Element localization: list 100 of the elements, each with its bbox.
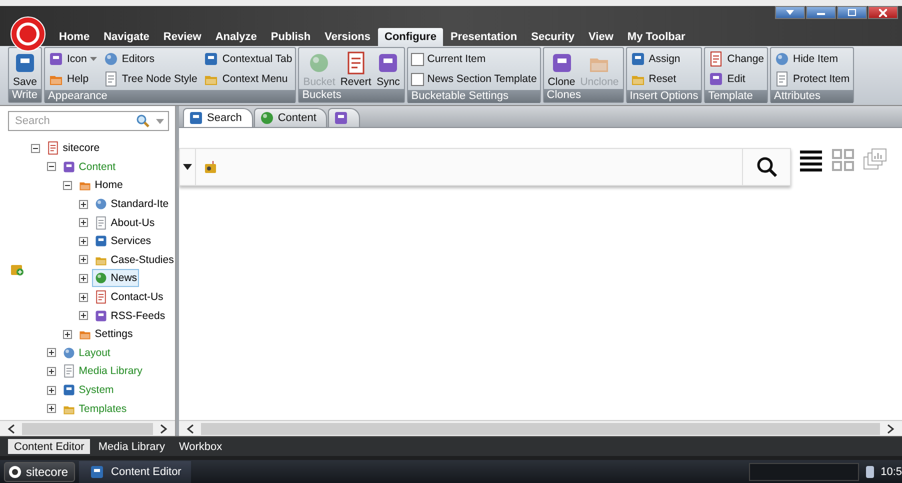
ribbon-button[interactable]: Assign: [630, 49, 680, 69]
document-icon: [102, 71, 119, 87]
tree-item[interactable]: Media Library: [60, 362, 144, 380]
ribbon-tab[interactable]: My Toolbar: [620, 28, 692, 46]
scrollbar[interactable]: [179, 420, 902, 436]
ribbon-tab[interactable]: Versions: [318, 28, 378, 46]
editor-tab[interactable]: [328, 108, 360, 127]
expand-icon[interactable]: [46, 366, 56, 376]
list-view-icon[interactable]: [799, 148, 823, 172]
ribbon-button[interactable]: Edit: [708, 69, 764, 89]
tree-item[interactable]: About-Us: [92, 214, 157, 232]
ribbon-tab[interactable]: Security: [524, 28, 582, 46]
close-button[interactable]: [868, 6, 898, 19]
expand-icon[interactable]: [78, 200, 88, 209]
filter-dropdown[interactable]: [180, 149, 196, 185]
editor-tab[interactable]: Search: [183, 108, 253, 127]
expand-icon[interactable]: [46, 348, 56, 358]
tree-item[interactable]: RSS-Feeds: [92, 306, 168, 325]
ribbon-button[interactable]: Context Menu: [203, 69, 292, 89]
caret-icon: [183, 164, 192, 170]
group-title: Bucketable Settings: [408, 90, 540, 103]
square-icon: [333, 110, 350, 126]
maximize-icon: [848, 9, 856, 16]
ribbon-tab[interactable]: Navigate: [96, 28, 156, 46]
tree-item[interactable]: Contact-Us: [92, 288, 166, 306]
ribbon-tab[interactable]: View: [582, 28, 620, 46]
collapse-icon[interactable]: [62, 180, 72, 190]
insert-icon[interactable]: [10, 262, 24, 276]
ribbon-button[interactable]: Change: [708, 49, 764, 69]
collapse-icon[interactable]: [46, 162, 56, 172]
taskbar-button[interactable]: Content Editor: [79, 460, 192, 482]
ribbon-tab[interactable]: Home: [52, 28, 97, 46]
start-button[interactable]: sitecore: [4, 462, 76, 482]
tree-item[interactable]: System: [60, 381, 116, 400]
ribbon-tab[interactable]: Publish: [264, 28, 318, 46]
ribbon-button[interactable]: Protect Item: [774, 69, 850, 89]
ribbon-button[interactable]: Clone: [546, 49, 576, 88]
expand-icon[interactable]: [62, 330, 72, 339]
tree-item[interactable]: News: [92, 269, 140, 288]
ribbon-button[interactable]: Hide Item: [774, 49, 850, 69]
bottom-tab[interactable]: Media Library: [92, 439, 171, 454]
group-title: Write: [9, 89, 41, 102]
tree-item[interactable]: Content: [60, 158, 118, 176]
minimize-button[interactable]: [806, 6, 836, 19]
collapse-icon[interactable]: [30, 144, 40, 153]
ribbon-button[interactable]: Contextual Tab: [203, 49, 292, 69]
tree-item[interactable]: Templates: [60, 400, 129, 418]
group-title: Attributes: [771, 90, 853, 103]
document-icon: [46, 141, 60, 156]
square-icon: [62, 160, 76, 174]
maximize-button[interactable]: [837, 6, 867, 19]
ribbon-button[interactable]: Help: [48, 69, 97, 89]
checkbox[interactable]: [411, 52, 424, 66]
ribbon-tab[interactable]: Configure: [378, 28, 444, 46]
close-icon: [879, 8, 887, 16]
expand-icon[interactable]: [78, 292, 88, 302]
bottom-tab[interactable]: Content Editor: [8, 439, 90, 454]
ribbon-button[interactable]: Save: [12, 49, 38, 88]
square-icon: [94, 234, 108, 248]
ball-icon: [94, 197, 108, 212]
expand-icon[interactable]: [78, 274, 88, 283]
tree-item[interactable]: Layout: [60, 344, 112, 362]
group-title: Clones: [544, 89, 623, 102]
expand-icon[interactable]: [78, 311, 88, 320]
ball-icon: [94, 271, 108, 286]
ball-icon: [258, 110, 275, 126]
expand-icon[interactable]: [78, 218, 88, 228]
ribbon-button[interactable]: Editors: [102, 49, 198, 69]
tree-item[interactable]: Standard-Ite: [92, 195, 171, 214]
database-icon[interactable]: [864, 464, 875, 478]
group-title: Appearance: [45, 90, 296, 103]
tree-item[interactable]: sitecore: [44, 139, 102, 158]
expand-icon[interactable]: [78, 236, 88, 246]
ribbon-button[interactable]: Sync: [375, 49, 402, 88]
ribbon-button[interactable]: Tree Node Style: [102, 69, 198, 89]
square-icon: [94, 308, 108, 323]
ribbon-button[interactable]: Revert: [339, 49, 372, 88]
tree-item[interactable]: Settings: [76, 325, 135, 344]
ribbon-button[interactable]: Reset: [630, 69, 680, 89]
ribbon-tab[interactable]: Analyze: [208, 28, 264, 46]
expand-icon[interactable]: [78, 255, 88, 264]
tree-item[interactable]: Case-Studies: [92, 250, 175, 269]
tree-item[interactable]: Home: [76, 176, 125, 194]
ribbon-tab[interactable]: Presentation: [443, 28, 524, 46]
ribbon-tab[interactable]: Review: [156, 28, 208, 46]
search-box[interactable]: Search: [8, 111, 169, 131]
editor-tab[interactable]: Content: [254, 108, 328, 127]
expand-icon[interactable]: [46, 404, 56, 414]
options-button[interactable]: [775, 6, 805, 19]
ribbon-button[interactable]: Icon: [48, 49, 97, 69]
scrollbar[interactable]: [0, 420, 175, 436]
caret-icon: [786, 10, 794, 15]
checkbox[interactable]: [411, 72, 424, 86]
expand-icon[interactable]: [46, 386, 56, 395]
document-icon: [774, 71, 790, 87]
tree-item[interactable]: Services: [92, 232, 154, 250]
bottom-tab[interactable]: Workbox: [172, 439, 228, 454]
checkbox-label: Current Item: [427, 53, 486, 65]
document-icon: [708, 51, 724, 67]
square-icon: [89, 464, 106, 480]
